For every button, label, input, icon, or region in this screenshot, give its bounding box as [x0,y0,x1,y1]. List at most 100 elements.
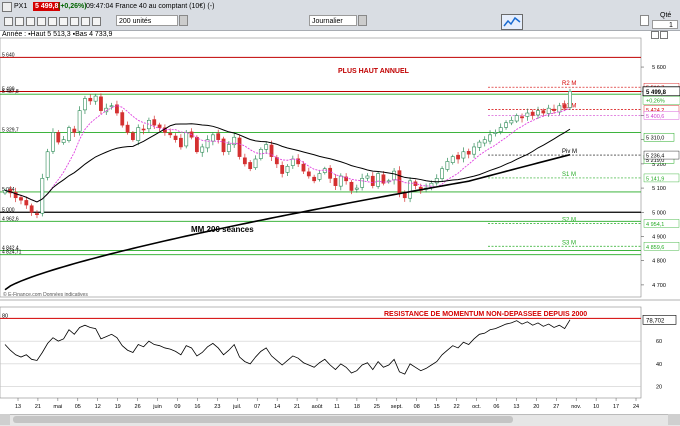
x-tick-label: 20 [533,404,539,410]
candle-body [552,108,556,111]
x-tick-label: 10 [593,404,599,410]
scroll-thumb[interactable] [13,416,513,423]
candle-body [173,135,178,140]
candle-body [99,96,103,111]
candle-body [440,168,444,179]
pivot-value: 5 236,4 [646,154,664,160]
pivot-value: 5 141,9 [646,176,664,182]
level-label: 5 487,8 [2,89,19,95]
candle-body [530,111,535,116]
candle-body [152,119,157,126]
y-tick-label: 5 600 [652,65,666,71]
candle-body [541,110,546,114]
candle-body [312,176,317,182]
candle-body [109,105,114,108]
x-tick-label: sept. [391,404,403,410]
x-tick-label: nov. [571,404,581,410]
level-label: 4 824,71 [2,250,22,256]
osc-tick-label: 40 [656,362,662,368]
x-tick-label: 17 [613,404,619,410]
scroll-right-button[interactable] [668,414,680,425]
osc-resistance-label: 80 [2,313,8,319]
mm200-label: MM 200 séances [191,225,254,234]
candle-body [40,178,45,214]
last-price-value: 5 499,8 [646,90,667,96]
candle-body [306,171,311,177]
candle-body [290,158,295,166]
candle-body [45,151,50,178]
x-tick-label: juil. [232,404,242,410]
candle-body [216,133,221,140]
candle-body [248,162,253,170]
plus-haut-annuel-label: PLUS HAUT ANNUEL [338,68,409,75]
x-tick-label: 16 [194,404,200,410]
candle-body [328,167,333,179]
candle-body [141,128,146,131]
x-tick-label: 05 [75,404,81,410]
candle-body [370,175,375,186]
x-tick-label: 25 [374,404,380,410]
candle-body [376,173,381,187]
candle-body [24,200,29,206]
candle-body [72,128,77,133]
x-tick-label: 27 [553,404,559,410]
candle-body [77,110,82,132]
candle-body [434,178,439,184]
candle-body [237,137,242,157]
x-tick-label: 15 [434,404,440,410]
candle-body [301,163,306,172]
candle-body [504,122,508,128]
level-label: 5 000 [2,207,15,213]
level-label: 4 962,6 [2,216,19,222]
level-label: 5 329,7 [2,127,19,133]
x-tick-label: 18 [354,404,360,410]
x-tick-label: 13 [15,404,21,410]
y-tick-label: 4 900 [652,234,666,240]
candle-body [456,154,460,160]
candle-body [178,137,183,148]
candle-body [354,187,359,190]
x-tick-label: 08 [414,404,420,410]
x-tick-label: 24 [633,404,639,410]
y-tick-label: 5 100 [652,186,666,192]
candle-body [147,119,151,130]
candle-body [253,158,258,169]
candle-body [226,144,231,152]
x-tick-label: oct. [472,404,481,410]
candle-body [360,178,365,188]
x-tick-label: 21 [294,404,300,410]
x-tick-label: 14 [274,404,280,410]
x-tick-label: 11 [334,404,340,410]
candle-body [466,150,471,155]
pivot-value: 5 400,6 [646,114,664,120]
candle-body [333,178,338,186]
candle-body [392,170,397,181]
candle-body [200,146,205,153]
x-tick-label: juin [152,404,162,410]
x-tick-label: 06 [493,404,499,410]
x-tick-label: août [312,404,323,410]
candle-body [477,141,482,148]
candle-body [29,205,34,213]
pivot-name: S2 M [562,217,576,223]
candle-body [472,146,476,155]
y-tick-label: 4 800 [652,259,666,265]
candle-body [445,161,450,170]
pivot-value: 4 954,1 [646,222,664,228]
x-tick-label: 19 [115,404,121,410]
level-label: 5 640 [2,52,15,58]
scroll-left-button[interactable] [0,414,10,425]
x-tick-label: 22 [454,404,460,410]
candle-body [93,95,98,102]
candle-body [221,138,226,153]
x-tick-label: 26 [135,404,141,410]
osc-tick-label: 20 [656,385,662,391]
trading-chart-window: PX1 5 499,8 (+0,26%) 09:47:04 France 40 … [0,0,680,426]
candle-body [461,151,466,159]
candle-body [83,98,87,111]
candle-body [509,119,514,124]
x-tick-label: mai [53,404,62,410]
candle-body [242,157,247,165]
y-tick-label: 4 700 [652,283,666,289]
candle-body [514,115,519,122]
